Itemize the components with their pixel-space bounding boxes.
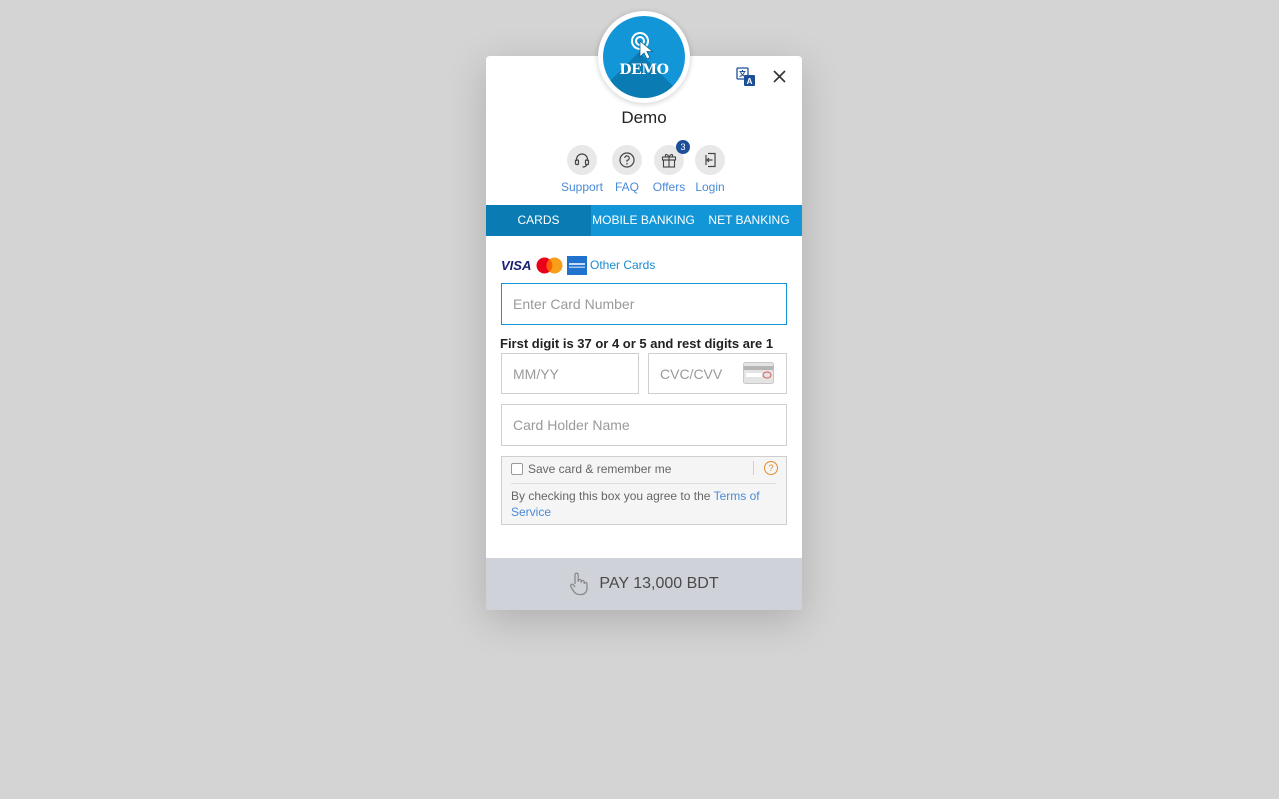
card-cvc-icon (743, 362, 774, 384)
tab-net-banking[interactable]: NET BANKING (696, 205, 802, 236)
save-card-checkbox[interactable] (511, 463, 523, 475)
login-link[interactable]: Login (685, 145, 735, 194)
close-icon[interactable] (772, 69, 787, 89)
gift-icon: 3 (654, 140, 690, 175)
payment-tabs: CARDS MOBILE BANKING NET BANKING (486, 205, 802, 236)
hand-pointer-icon (570, 572, 589, 596)
tab-cards[interactable]: CARDS (486, 205, 591, 236)
pointer-icon (631, 32, 654, 60)
logo-text: DEMO (619, 62, 669, 78)
save-card-box: Save card & remember me ? By checking th… (501, 456, 787, 525)
mastercard-logo (536, 257, 563, 274)
question-icon (612, 145, 642, 175)
card-number-input[interactable]: Enter Card Number (501, 283, 787, 325)
other-cards-link[interactable]: Other Cards (590, 258, 655, 272)
card-hint: First digit is 37 or 4 or 5 and rest dig… (500, 336, 774, 351)
language-icon[interactable]: A (736, 67, 756, 92)
merchant-logo: DEMO (598, 11, 690, 103)
pay-button[interactable]: PAY 13,000 BDT (486, 558, 802, 610)
tab-mobile-banking[interactable]: MOBILE BANKING (591, 205, 696, 236)
support-link[interactable]: Support (557, 145, 607, 194)
card-holder-input[interactable]: Card Holder Name (501, 404, 787, 446)
pay-label: PAY 13,000 BDT (599, 575, 719, 592)
payment-modal (486, 56, 802, 610)
visa-logo: VISA (501, 258, 532, 273)
terms-text: By checking this box you agree to the Te… (511, 489, 760, 519)
expiry-input[interactable]: MM/YY (501, 353, 639, 394)
support-label: Support (560, 180, 604, 194)
help-icon[interactable]: ? (764, 461, 778, 475)
login-icon (695, 145, 725, 175)
cvc-placeholder: CVC/CVV (660, 365, 723, 382)
svg-text:A: A (747, 77, 753, 86)
headset-icon (567, 145, 597, 175)
amex-logo (567, 256, 587, 275)
save-card-label[interactable]: Save card & remember me (528, 462, 671, 476)
login-label: Login (695, 180, 725, 194)
merchant-name: Demo (621, 108, 667, 127)
